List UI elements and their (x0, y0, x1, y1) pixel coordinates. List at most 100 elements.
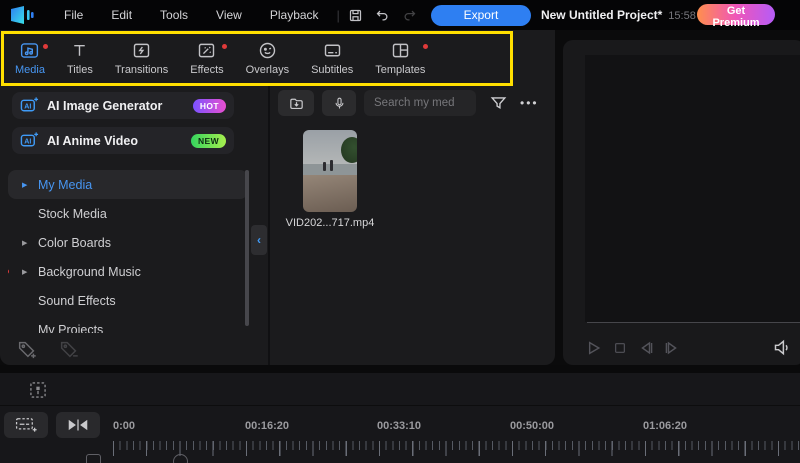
track-mute-icon[interactable] (86, 454, 101, 463)
search-input[interactable] (364, 90, 476, 116)
notification-dot (222, 44, 227, 49)
notification-dot (8, 269, 9, 274)
asset-tab-bar: Media Titles Transitions Effects Overlays Sub… (4, 32, 436, 84)
stop-button[interactable] (612, 340, 628, 356)
tab-titles[interactable]: Titles (56, 40, 104, 76)
redo-button[interactable] (399, 5, 420, 26)
sidebar-item-my-projects[interactable]: My Projects (8, 315, 248, 333)
sidebar-item-label: AI Image Generator (47, 99, 193, 113)
get-premium-button[interactable]: Get Premium (697, 4, 775, 25)
sidebar-item-label: My Projects (38, 323, 103, 334)
sidebar-item-background-music[interactable]: ▶ Background Music (8, 257, 248, 286)
overlays-icon (257, 40, 278, 61)
sidebar-scrollbar[interactable] (245, 170, 249, 326)
thumbnail-person (323, 162, 326, 171)
tab-media[interactable]: Media (4, 40, 56, 76)
project-title: New Untitled Project* (541, 8, 662, 22)
undo-button[interactable] (372, 5, 393, 26)
capcut-logo-icon (10, 6, 36, 24)
tab-subtitles[interactable]: Subtitles (300, 40, 364, 76)
notification-dot (423, 44, 428, 49)
track-lock-icon[interactable] (173, 454, 188, 463)
menu-view[interactable]: View (202, 0, 256, 30)
menu-items: FileEditToolsViewPlayback (50, 0, 333, 30)
sidebar-item-label: Stock Media (38, 207, 107, 221)
player-seek-bar[interactable] (587, 322, 800, 323)
menu-file[interactable]: File (50, 0, 97, 30)
video-preview-area[interactable] (585, 55, 800, 322)
record-voiceover-button[interactable] (322, 90, 356, 116)
ai-anime-icon: AI (20, 131, 39, 150)
tab-label: Overlays (246, 64, 289, 76)
tab-label: Media (15, 64, 45, 76)
thumbnail-person (330, 160, 333, 171)
ruler-timestamp: 00:16:20 (245, 420, 289, 432)
panel-gap (0, 365, 800, 373)
thumbnail-beach (303, 175, 357, 212)
ai-generator-icon: AI (20, 96, 39, 115)
menu-playback[interactable]: Playback (256, 0, 333, 30)
media-clip-thumbnail[interactable] (303, 130, 357, 212)
sidebar-item-label: Color Boards (38, 236, 111, 250)
more-options-icon[interactable]: ••• (514, 95, 545, 111)
svg-text:AI: AI (24, 102, 31, 110)
sidebar-item-ai-image-generator[interactable]: AI AI Image Generator HOT (12, 92, 234, 119)
subtitles-icon (322, 40, 343, 61)
tab-label: Titles (67, 64, 93, 76)
sidebar-nav: ▶ My Media Stock Media ▶ Color Boards ▶ Backgr… (8, 170, 248, 333)
sidebar-item-label: My Media (38, 178, 92, 192)
ruler-timestamp: 00:33:10 (377, 420, 421, 432)
expand-arrow-icon[interactable]: ▶ (22, 181, 27, 189)
ruler-timestamp: 00:50:00 (510, 420, 554, 432)
remove-tag-button[interactable] (58, 338, 80, 360)
sidebar-item-label: Sound Effects (38, 294, 116, 308)
hot-badge: HOT (193, 99, 226, 113)
sidebar-item-ai-anime-video[interactable]: AI AI Anime Video NEW (12, 127, 234, 154)
notification-dot (43, 44, 48, 49)
effects-icon (196, 40, 217, 61)
volume-icon[interactable] (772, 337, 793, 358)
play-button[interactable] (583, 338, 603, 358)
tab-label: Subtitles (311, 64, 353, 76)
previous-frame-button[interactable] (637, 338, 657, 358)
sidebar-item-label: AI Anime Video (47, 134, 191, 148)
titles-icon (69, 40, 90, 61)
next-frame-button[interactable] (661, 338, 681, 358)
tab-overlays[interactable]: Overlays (235, 40, 300, 76)
tab-label: Effects (190, 64, 223, 76)
filter-icon[interactable] (486, 91, 511, 116)
add-tag-button[interactable] (16, 338, 38, 360)
sidebar-item-color-boards[interactable]: ▶ Color Boards (8, 228, 248, 257)
expand-arrow-icon[interactable]: ▶ (22, 239, 27, 247)
save-button[interactable] (345, 5, 366, 26)
collapse-sidebar-button[interactable]: ‹ (251, 225, 267, 255)
sidebar-item-label: Background Music (38, 265, 141, 279)
tab-effects[interactable]: Effects (179, 40, 234, 76)
tab-transitions[interactable]: Transitions (104, 40, 179, 76)
import-media-button[interactable] (278, 90, 314, 116)
sidebar-item-sound-effects[interactable]: Sound Effects (8, 286, 248, 315)
timeline-ruler-ticks[interactable] (113, 441, 800, 460)
expand-arrow-icon[interactable]: ▶ (22, 268, 27, 276)
media-file-name: VID202...717.mp4 (268, 217, 392, 229)
tab-templates[interactable]: Templates (364, 40, 436, 76)
ruler-timestamp: 0:00 (113, 420, 135, 432)
sidebar-item-my-media[interactable]: ▶ My Media (8, 170, 248, 199)
transitions-icon (131, 40, 152, 61)
svg-text:AI: AI (24, 137, 31, 145)
timeline-toolbar (0, 373, 800, 406)
new-badge: NEW (191, 134, 226, 148)
capcut-window: FileEditToolsViewPlayback | Export New U… (0, 0, 800, 463)
track-options-icon[interactable] (28, 380, 48, 400)
menu-bar: FileEditToolsViewPlayback | Export New U… (0, 0, 800, 30)
sidebar-item-stock-media[interactable]: Stock Media (8, 199, 248, 228)
templates-icon (390, 40, 411, 61)
add-captions-track-button[interactable] (4, 412, 48, 438)
export-button[interactable]: Export (431, 5, 531, 26)
menu-tools[interactable]: Tools (146, 0, 202, 30)
menu-edit[interactable]: Edit (97, 0, 146, 30)
thumbnail-tree (341, 137, 357, 163)
tab-label: Transitions (115, 64, 168, 76)
toolbar-divider: | (337, 8, 340, 23)
split-clip-button[interactable] (56, 412, 100, 438)
